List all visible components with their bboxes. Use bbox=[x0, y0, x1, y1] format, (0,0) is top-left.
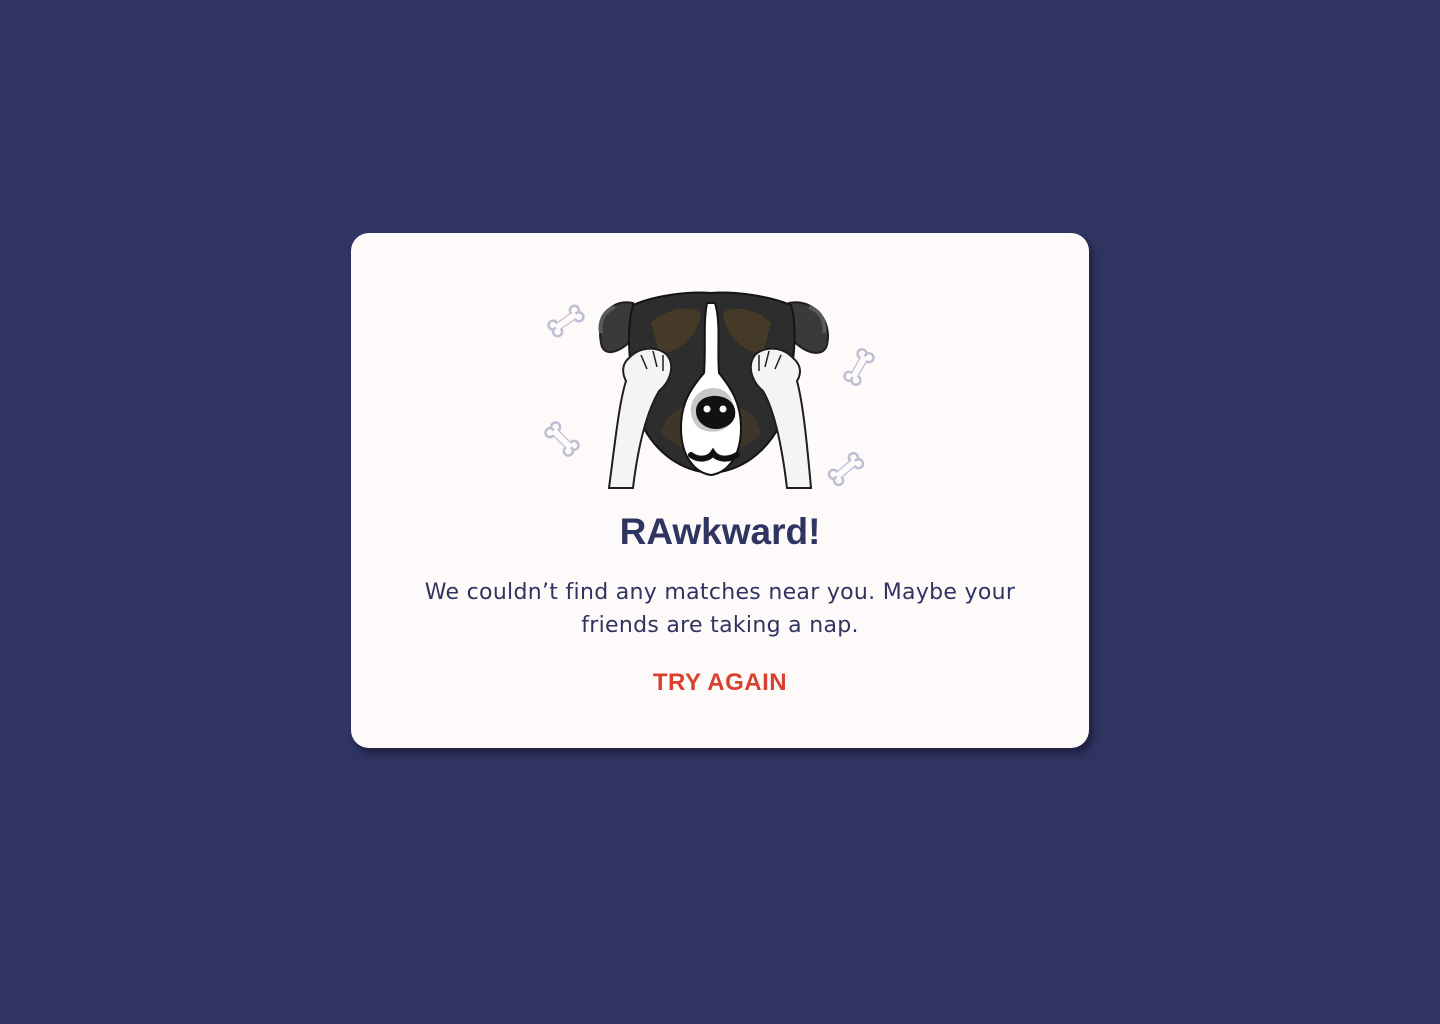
bone-icon bbox=[841, 346, 877, 388]
dog-covering-eyes-icon bbox=[542, 291, 877, 489]
try-again-button[interactable]: TRY AGAIN bbox=[620, 665, 820, 701]
dialog-title: RAwkward! bbox=[619, 511, 821, 552]
bone-icon bbox=[542, 419, 582, 459]
dialog-message: We couldn’t find any matches near you. M… bbox=[424, 580, 1016, 638]
dog-illustration bbox=[541, 263, 881, 493]
no-matches-dialog: RAwkward! We couldn’t find any matches n… bbox=[351, 233, 1089, 748]
bone-icon bbox=[545, 302, 587, 340]
bone-icon bbox=[825, 449, 867, 489]
